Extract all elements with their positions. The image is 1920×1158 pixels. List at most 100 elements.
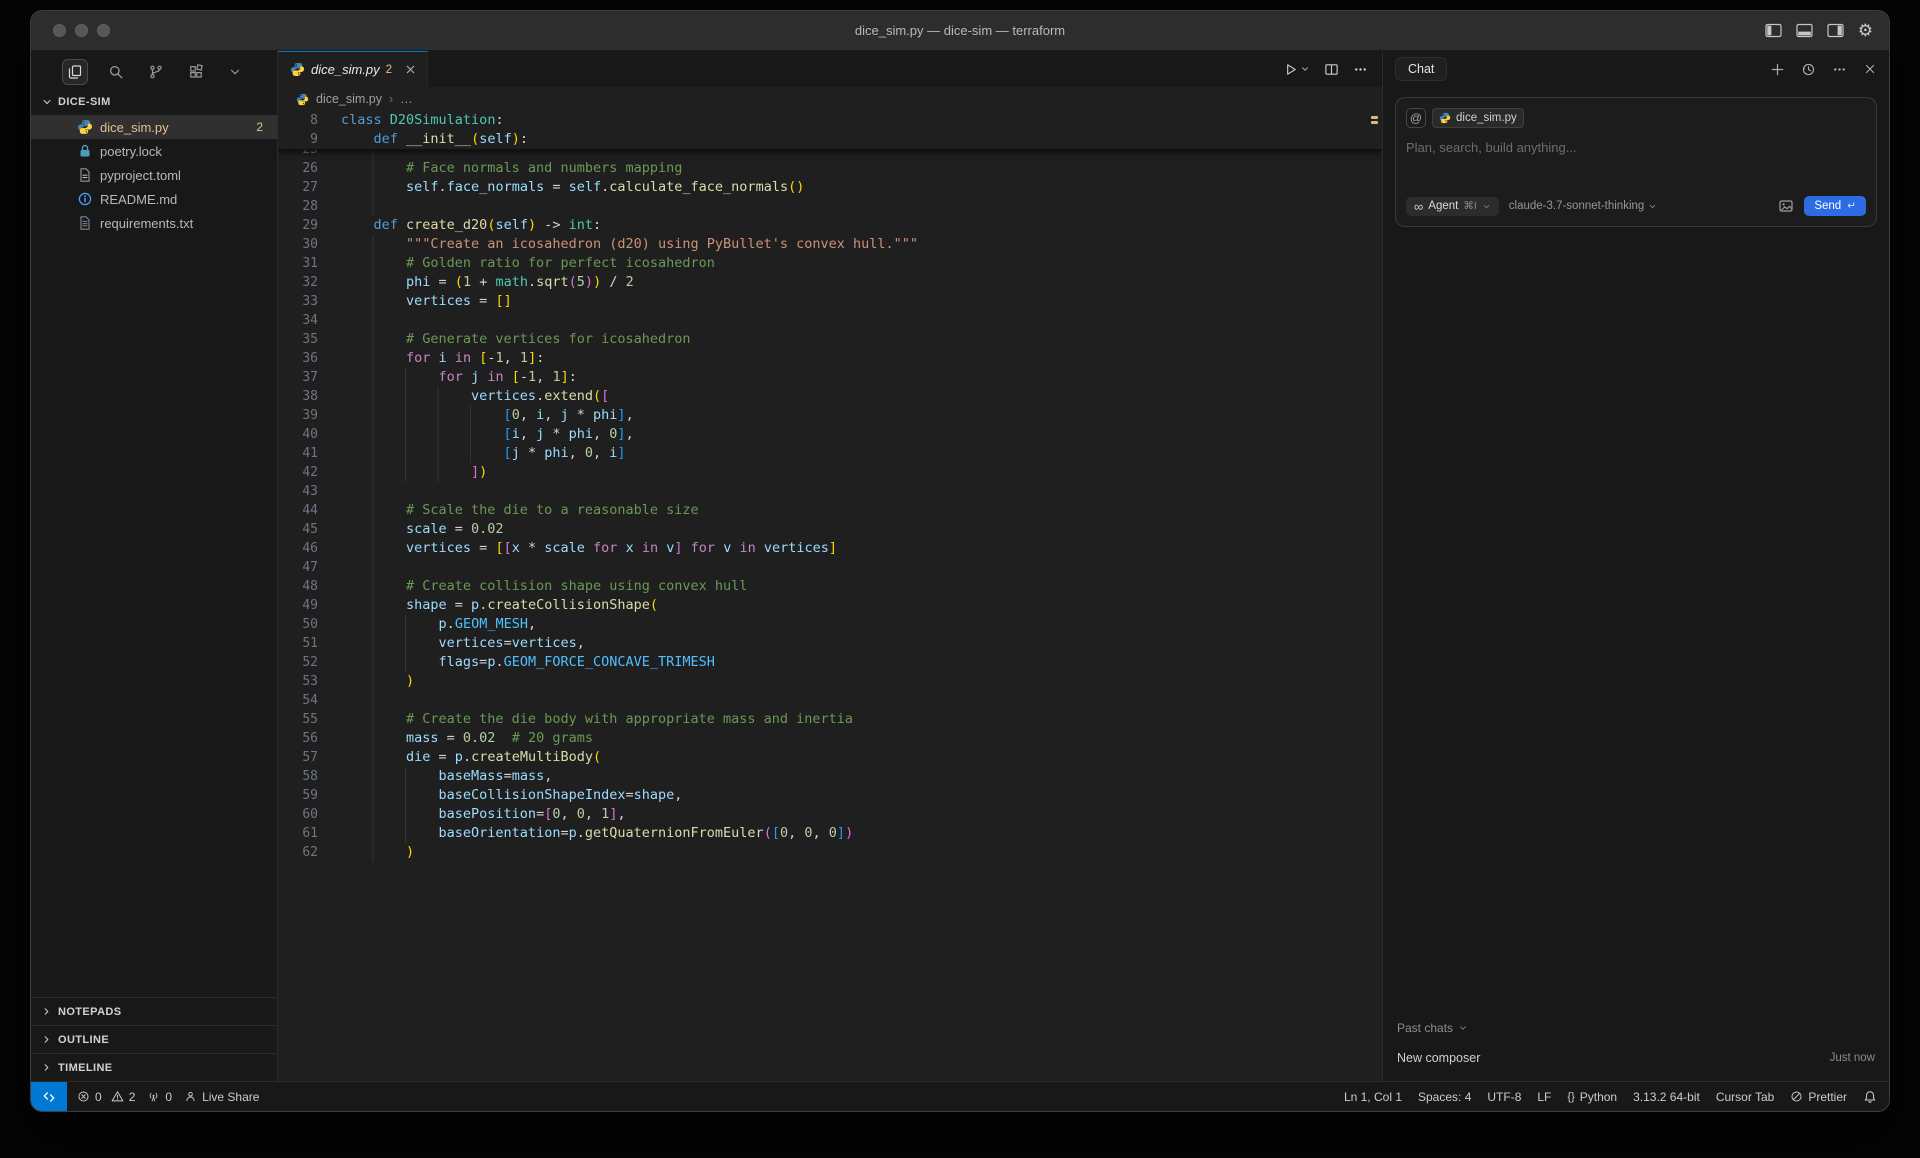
line-number[interactable]: 53 <box>278 672 318 691</box>
past-chats-toggle[interactable]: Past chats <box>1397 1021 1875 1035</box>
code-line[interactable]: 42]) <box>278 463 1382 482</box>
code-line[interactable]: 60basePosition=[0, 0, 1], <box>278 805 1382 824</box>
sidebar-section-timeline[interactable]: TIMELINE <box>31 1053 277 1081</box>
chat-history-item[interactable]: New composer Just now <box>1397 1051 1875 1065</box>
code-line[interactable]: 61baseOrientation=p.getQuaternionFromEul… <box>278 824 1382 843</box>
breadcrumb-symbol[interactable]: … <box>400 92 413 106</box>
line-number[interactable]: 29 <box>278 216 318 235</box>
line-number[interactable]: 46 <box>278 539 318 558</box>
source-control-icon[interactable] <box>144 60 168 84</box>
line-number[interactable]: 41 <box>278 444 318 463</box>
cursor-position-status[interactable]: Ln 1, Col 1 <box>1344 1090 1402 1104</box>
breadcrumb-file[interactable]: dice_sim.py <box>316 92 382 106</box>
line-number[interactable]: 45 <box>278 520 318 539</box>
code-line[interactable]: 39[0, i, j * phi], <box>278 406 1382 425</box>
line-number[interactable]: 49 <box>278 596 318 615</box>
line-number[interactable]: 35 <box>278 330 318 349</box>
code-line[interactable]: 8class D20Simulation: <box>278 111 1382 130</box>
code-line[interactable]: 48# Create collision shape using convex … <box>278 577 1382 596</box>
toggle-panel-icon[interactable] <box>1796 23 1813 38</box>
code-line[interactable]: 54 <box>278 691 1382 710</box>
file-row-poetry-lock[interactable]: poetry.lock <box>31 139 277 163</box>
model-selector[interactable]: claude-3.7-sonnet-thinking <box>1509 200 1658 212</box>
line-number[interactable]: 39 <box>278 406 318 425</box>
tab-chat[interactable]: Chat <box>1395 57 1447 81</box>
eol-status[interactable]: LF <box>1537 1090 1551 1104</box>
code-line[interactable]: 35# Generate vertices for icosahedron <box>278 330 1382 349</box>
line-number[interactable]: 9 <box>278 130 318 149</box>
sidebar-section-notepads[interactable]: NOTEPADS <box>31 997 277 1025</box>
search-icon[interactable] <box>104 60 128 84</box>
context-chip[interactable]: dice_sim.py <box>1432 108 1524 128</box>
line-number[interactable]: 51 <box>278 634 318 653</box>
code-line[interactable]: 59baseCollisionShapeIndex=shape, <box>278 786 1382 805</box>
more-actions-icon[interactable] <box>1832 62 1847 77</box>
line-number[interactable]: 28 <box>278 197 318 216</box>
code-line[interactable]: 53) <box>278 672 1382 691</box>
line-number[interactable]: 26 <box>278 159 318 178</box>
agent-mode-selector[interactable]: ∞ Agent ⌘I <box>1406 197 1499 216</box>
toggle-secondary-sidebar-icon[interactable] <box>1827 23 1844 38</box>
code-line[interactable]: 55# Create the die body with appropriate… <box>278 710 1382 729</box>
code-line[interactable]: 51vertices=vertices, <box>278 634 1382 653</box>
code-line[interactable]: 32phi = (1 + math.sqrt(5)) / 2 <box>278 273 1382 292</box>
overview-ruler[interactable] <box>1368 111 1382 1081</box>
code-line[interactable]: 34 <box>278 311 1382 330</box>
close-tab-icon[interactable] <box>404 63 417 76</box>
indentation-status[interactable]: Spaces: 4 <box>1418 1090 1471 1104</box>
code-line[interactable]: 30"""Create an icosahedron (d20) using P… <box>278 235 1382 254</box>
new-chat-icon[interactable] <box>1770 62 1785 77</box>
live-share-button[interactable]: Live Share <box>184 1090 259 1104</box>
line-number[interactable]: 44 <box>278 501 318 520</box>
run-python-file-button[interactable] <box>1283 62 1310 77</box>
add-context-button[interactable]: @ <box>1406 108 1426 128</box>
history-icon[interactable] <box>1801 62 1816 77</box>
problems-status[interactable]: 0 2 <box>77 1090 135 1104</box>
line-number[interactable]: 55 <box>278 710 318 729</box>
send-button[interactable]: Send ↵ <box>1804 196 1866 216</box>
line-number[interactable]: 52 <box>278 653 318 672</box>
line-number[interactable]: 38 <box>278 387 318 406</box>
code-line[interactable]: 47 <box>278 558 1382 577</box>
line-number[interactable]: 31 <box>278 254 318 273</box>
python-interpreter-status[interactable]: 3.13.2 64-bit <box>1633 1090 1700 1104</box>
code-line[interactable]: 49shape = p.createCollisionShape( <box>278 596 1382 615</box>
line-number[interactable]: 60 <box>278 805 318 824</box>
chevron-down-icon[interactable] <box>224 61 246 83</box>
file-row-readme[interactable]: README.md <box>31 187 277 211</box>
file-row-pyproject[interactable]: pyproject.toml <box>31 163 277 187</box>
line-number[interactable]: 33 <box>278 292 318 311</box>
code-line[interactable]: 38vertices.extend([ <box>278 387 1382 406</box>
code-line[interactable]: 41[j * phi, 0, i] <box>278 444 1382 463</box>
line-number[interactable]: 47 <box>278 558 318 577</box>
file-row-requirements[interactable]: requirements.txt <box>31 211 277 235</box>
code-line[interactable]: 9def __init__(self): <box>278 130 1382 149</box>
code-line[interactable]: 50p.GEOM_MESH, <box>278 615 1382 634</box>
line-number[interactable]: 48 <box>278 577 318 596</box>
sticky-scroll[interactable]: 8class D20Simulation:9def __init__(self)… <box>278 111 1382 150</box>
line-number[interactable]: 56 <box>278 729 318 748</box>
code-line[interactable]: 62) <box>278 843 1382 862</box>
sidebar-section-outline[interactable]: OUTLINE <box>31 1025 277 1053</box>
chat-input[interactable]: Plan, search, build anything... <box>1406 140 1866 155</box>
extensions-icon[interactable] <box>184 60 208 84</box>
close-panel-icon[interactable] <box>1863 62 1877 76</box>
code-line[interactable]: 31# Golden ratio for perfect icosahedron <box>278 254 1382 273</box>
cursor-tab-status[interactable]: Cursor Tab <box>1716 1090 1774 1104</box>
line-number[interactable]: 50 <box>278 615 318 634</box>
line-number[interactable]: 58 <box>278 767 318 786</box>
code-line[interactable]: 43 <box>278 482 1382 501</box>
line-number[interactable]: 30 <box>278 235 318 254</box>
code-line[interactable]: 26# Face normals and numbers mapping <box>278 159 1382 178</box>
explorer-icon[interactable] <box>62 59 88 85</box>
code-line[interactable]: 57die = p.createMultiBody( <box>278 748 1382 767</box>
line-number[interactable]: 8 <box>278 111 318 130</box>
file-row-dice-sim[interactable]: dice_sim.py 2 <box>31 115 277 139</box>
line-number[interactable]: 57 <box>278 748 318 767</box>
split-editor-icon[interactable] <box>1324 62 1339 77</box>
code-line[interactable]: 36for i in [-1, 1]: <box>278 349 1382 368</box>
code-line[interactable]: 33vertices = [] <box>278 292 1382 311</box>
minimize-window-button[interactable] <box>75 24 88 37</box>
code-line[interactable]: 45scale = 0.02 <box>278 520 1382 539</box>
explorer-root-header[interactable]: DICE-SIM <box>31 89 277 115</box>
